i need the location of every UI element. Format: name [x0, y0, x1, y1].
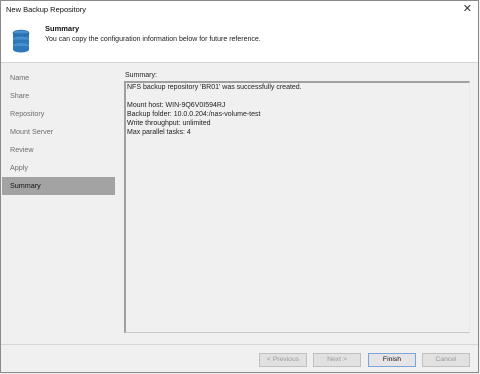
step-mount-server[interactable]: Mount Server — [2, 123, 115, 141]
summary-line: Write throughput: unlimited — [127, 120, 211, 127]
summary-label: Summary: — [125, 72, 157, 79]
previous-button[interactable]: < Previous — [259, 353, 307, 367]
cancel-button[interactable]: Cancel — [422, 353, 470, 367]
step-summary[interactable]: Summary — [2, 177, 115, 195]
step-review[interactable]: Review — [2, 141, 115, 159]
step-share[interactable]: Share — [2, 87, 115, 105]
wizard-steps: Name Share Repository Mount Server Revie… — [1, 69, 119, 195]
database-icon — [12, 29, 30, 53]
summary-line: Mount host: WIN-9Q6V0I594RJ — [127, 102, 226, 109]
title-bar: New Backup Repository ✕ — [1, 1, 478, 19]
footer-divider — [1, 344, 478, 345]
summary-line: Backup folder: 10.0.0.204:/nas-volume-te… — [127, 111, 261, 118]
step-repository[interactable]: Repository — [2, 105, 115, 123]
window-title: New Backup Repository — [6, 5, 87, 14]
wizard-header: Summary You can copy the configuration i… — [1, 19, 478, 63]
page-title: Summary — [45, 24, 80, 33]
summary-text-box[interactable]: NFS backup repository 'BR01' was success… — [124, 81, 470, 333]
summary-panel: Summary: NFS backup repository 'BR01' wa… — [124, 72, 472, 334]
finish-button[interactable]: Finish — [368, 353, 416, 367]
page-subtitle: You can copy the configuration informati… — [45, 36, 261, 43]
wizard-window: New Backup Repository ✕ Summary You can … — [0, 0, 479, 373]
summary-line: Max parallel tasks: 4 — [127, 129, 191, 136]
step-name[interactable]: Name — [2, 69, 115, 87]
close-icon[interactable]: ✕ — [463, 3, 472, 15]
step-apply[interactable]: Apply — [2, 159, 115, 177]
summary-line: NFS backup repository 'BR01' was success… — [127, 84, 302, 91]
next-button[interactable]: Next > — [313, 353, 361, 367]
